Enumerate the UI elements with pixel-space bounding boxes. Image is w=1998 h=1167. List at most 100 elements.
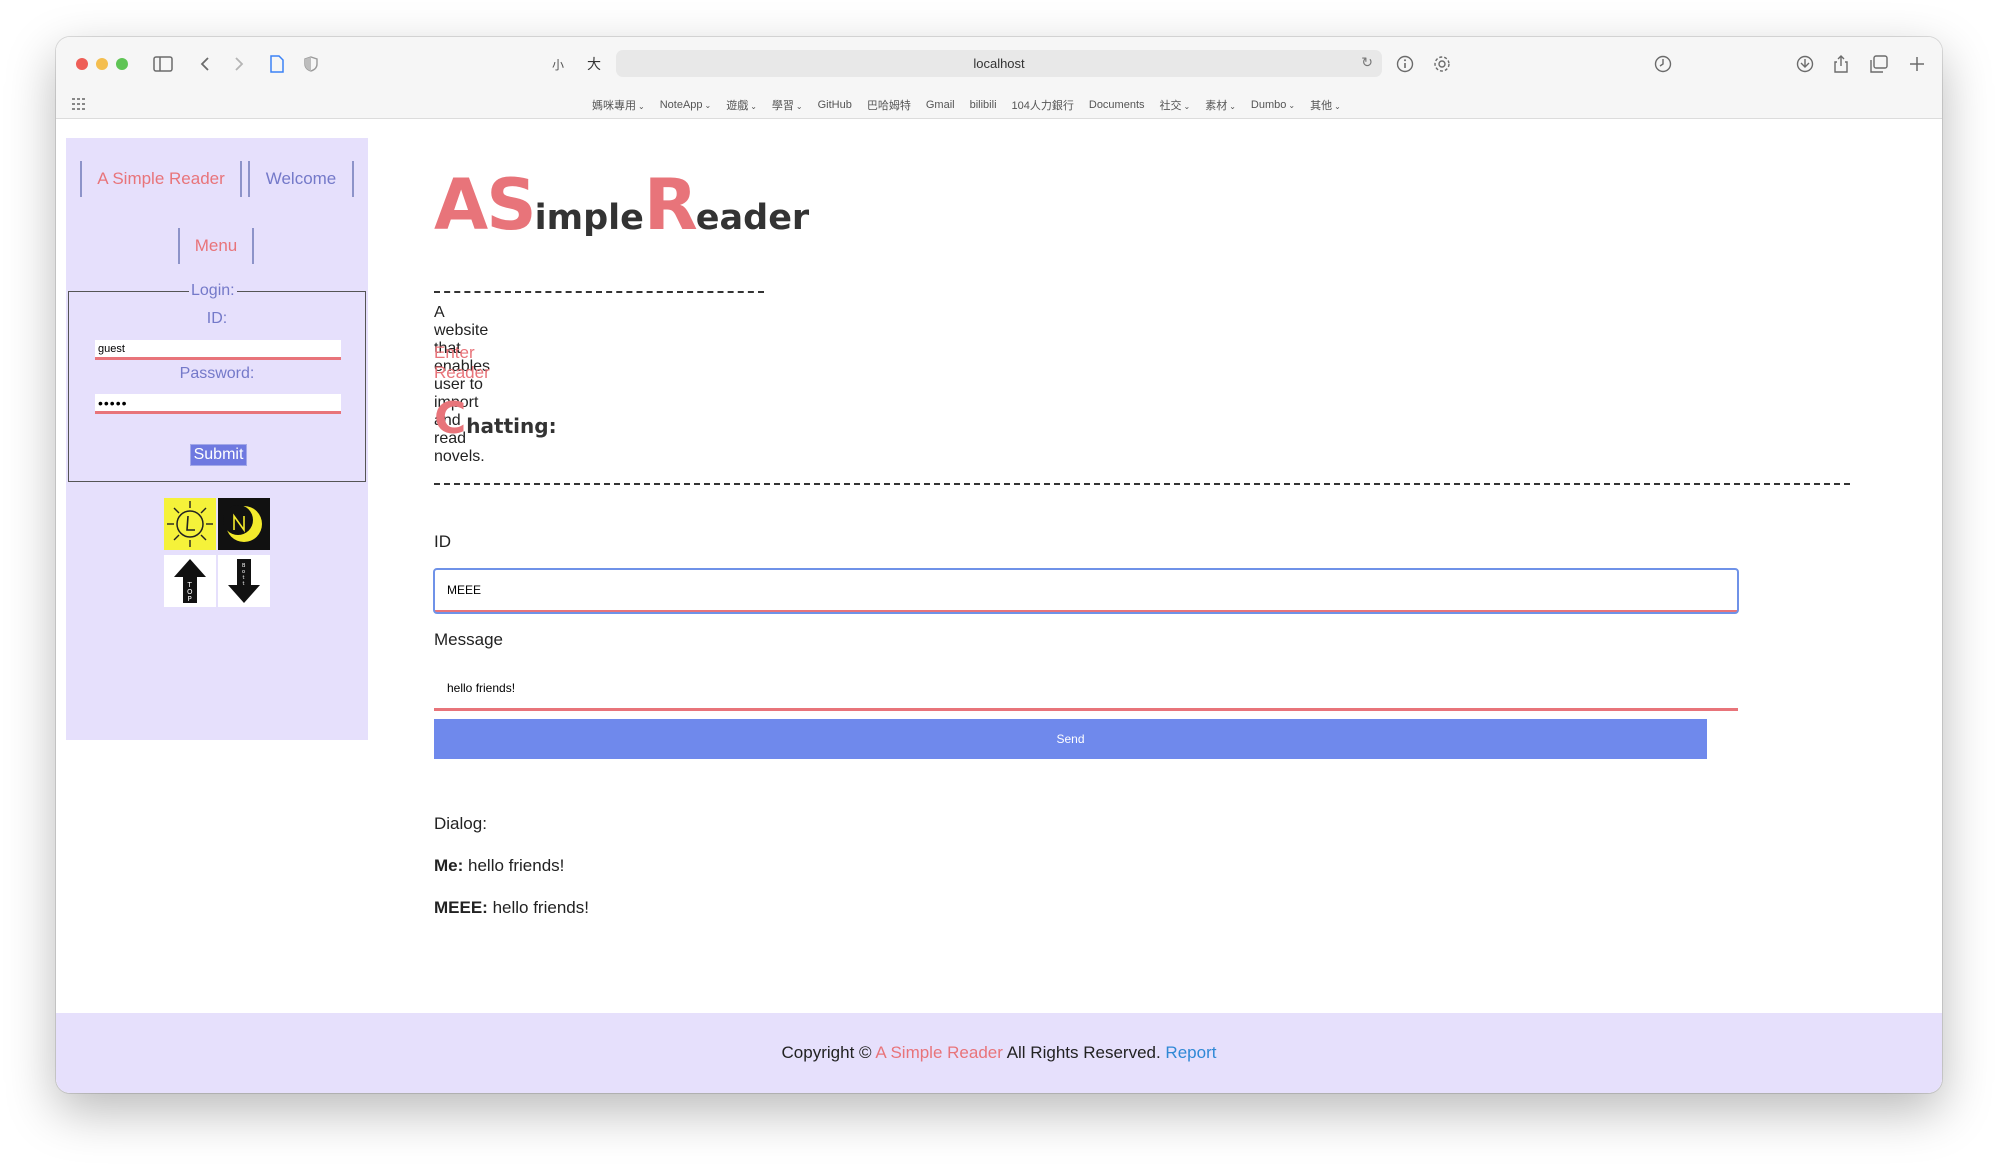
footer: Copyright © A Simple Reader All Rights R… [56, 1013, 1942, 1093]
new-tab-plus-icon[interactable] [1906, 51, 1928, 77]
dialog-message: MEEE: hello friends! [434, 898, 589, 918]
bookmark-item[interactable]: Documents [1089, 99, 1145, 111]
bookmark-label: bilibili [969, 98, 997, 111]
bookmark-label: 素材 [1205, 99, 1228, 112]
chatting-initial: C [434, 393, 467, 444]
privacy-shield-icon[interactable] [300, 51, 322, 77]
bookmark-label: 巴哈姆特 [866, 99, 911, 112]
brand-word-imple: imple [534, 198, 644, 238]
login-password-input[interactable] [95, 394, 341, 414]
settings-gear-icon[interactable] [1431, 51, 1453, 77]
footer-middle: All Rights Reserved. [1002, 1043, 1166, 1062]
bookmark-label: 其他 [1310, 99, 1333, 112]
bookmarks-grid-icon[interactable] [72, 98, 86, 113]
login-fieldset: Login: ID: Password: Submit [68, 282, 366, 482]
chatting-heading: Chatting: [434, 393, 557, 444]
bookmark-label: Documents [1088, 98, 1145, 111]
browser-window: 小 大 localhost ↻ 媽咪專用 ⌄ NoteApp ⌄ 遊戲 ⌄ 學習… [56, 37, 1942, 1093]
chevron-down-icon: ⌄ [704, 100, 712, 110]
bookmark-item[interactable]: 社交 ⌄ [1160, 97, 1191, 113]
text-smaller-button[interactable]: 小 [547, 51, 569, 77]
login-submit-button[interactable]: Submit [190, 444, 247, 466]
address-bar[interactable]: localhost ↻ [616, 50, 1382, 77]
bookmark-item[interactable]: 素材 ⌄ [1205, 97, 1236, 113]
minimize-window-button[interactable] [96, 58, 108, 70]
back-icon[interactable] [194, 51, 216, 77]
bookmark-item[interactable]: Dumbo ⌄ [1251, 99, 1295, 111]
nav-link-home[interactable]: A Simple Reader [80, 161, 242, 197]
chevron-down-icon: ⌄ [795, 101, 803, 111]
chevron-down-icon: ⌄ [638, 101, 645, 111]
brand-letter-s: S [486, 164, 536, 246]
login-password-label: Password: [179, 365, 255, 382]
login-id-label: ID: [206, 310, 228, 327]
url-text: localhost [973, 56, 1025, 71]
bookmark-item[interactable]: Gmail [926, 99, 955, 111]
close-window-button[interactable] [76, 58, 88, 70]
reload-icon[interactable]: ↻ [1361, 55, 1373, 71]
browser-toolbar: 小 大 localhost ↻ [56, 37, 1942, 90]
enter-reader-link[interactable]: Enter Reader [434, 343, 490, 383]
scroll-bottom-arrow-icon[interactable]: Bott [218, 555, 270, 607]
forward-icon[interactable] [228, 51, 250, 77]
bookmark-label: 學習 [771, 99, 794, 112]
bookmark-item[interactable]: 學習 ⌄ [772, 97, 803, 113]
sidebar: A Simple Reader Welcome Menu Login: ID: … [66, 138, 368, 740]
share-icon[interactable] [1830, 51, 1852, 77]
bookmark-item[interactable]: NoteApp ⌄ [660, 99, 712, 111]
chat-message-label: Message [434, 630, 503, 649]
brand-letter-a: A [434, 164, 488, 246]
footer-brand: A Simple Reader [875, 1043, 1003, 1062]
chatting-divider [434, 483, 1850, 485]
page-content: A Simple Reader Welcome Menu Login: ID: … [56, 119, 1942, 1093]
footer-copyright: Copyright © A Simple Reader All Rights R… [782, 1043, 1217, 1063]
light-mode-sun-icon[interactable] [164, 498, 216, 550]
dialog-label: Dialog: [434, 814, 487, 833]
bookmark-item[interactable]: 104人力銀行 [1012, 97, 1074, 113]
bookmarks-bar: 媽咪專用 ⌄ NoteApp ⌄ 遊戲 ⌄ 學習 ⌄ GitHub 巴哈姆特 Gmail bilibi… [56, 90, 1942, 119]
bookmark-label: 104人力銀行 [1011, 99, 1074, 112]
bookmark-label: NoteApp [659, 98, 703, 111]
chevron-down-icon: ⌄ [750, 101, 757, 111]
footer-prefix: Copyright © [781, 1043, 876, 1062]
tab-overview-icon[interactable] [1868, 51, 1890, 77]
bookmark-item[interactable]: 媽咪專用 ⌄ [592, 97, 645, 113]
message-text: hello friends! [463, 856, 565, 875]
scroll-top-arrow-icon[interactable]: TOP [164, 555, 216, 607]
page-icon[interactable] [266, 51, 288, 77]
info-icon[interactable] [1394, 51, 1416, 77]
svg-text:P: P [188, 595, 192, 603]
chat-id-input[interactable] [433, 568, 1739, 614]
bookmark-item[interactable]: 巴哈姆特 [867, 97, 911, 113]
bookmark-item[interactable]: GitHub [818, 99, 852, 111]
text-larger-button[interactable]: 大 [583, 51, 605, 77]
bookmark-label: Gmail [925, 98, 955, 111]
bookmark-label: 遊戲 [726, 99, 749, 112]
chatting-rest: hatting: [466, 414, 557, 438]
login-legend: Login: [189, 282, 237, 300]
brand-divider [434, 291, 764, 293]
brand-word-eader: eader [695, 198, 810, 238]
brand-letter-r: R [643, 164, 698, 246]
chat-message-input[interactable] [434, 667, 1738, 711]
send-button[interactable]: Send [434, 719, 1707, 759]
dark-mode-moon-icon[interactable] [218, 498, 270, 550]
zoom-window-button[interactable] [116, 58, 128, 70]
message-text: hello friends! [487, 898, 589, 917]
bookmark-item[interactable]: 遊戲 ⌄ [726, 97, 757, 113]
nav-link-menu[interactable]: Menu [178, 228, 254, 264]
history-clock-icon[interactable] [1652, 51, 1674, 77]
bookmarks-list: 媽咪專用 ⌄ NoteApp ⌄ 遊戲 ⌄ 學習 ⌄ GitHub 巴哈姆特 Gmail bilibi… [592, 90, 1341, 119]
sidebar-toggle-icon[interactable] [152, 51, 174, 77]
chevron-down-icon: ⌄ [1183, 101, 1191, 111]
login-id-input[interactable] [95, 340, 341, 360]
message-sender: MEEE: [434, 898, 488, 917]
bookmark-item[interactable]: 其他 ⌄ [1310, 97, 1341, 113]
chevron-down-icon: ⌄ [1334, 101, 1341, 111]
bookmark-item[interactable]: bilibili [970, 99, 997, 111]
footer-report-link[interactable]: Report [1165, 1043, 1216, 1062]
downloads-icon[interactable] [1794, 51, 1816, 77]
bookmark-label: Dumbo [1250, 98, 1287, 111]
chevron-down-icon: ⌄ [1229, 101, 1236, 111]
nav-link-welcome[interactable]: Welcome [248, 161, 354, 197]
